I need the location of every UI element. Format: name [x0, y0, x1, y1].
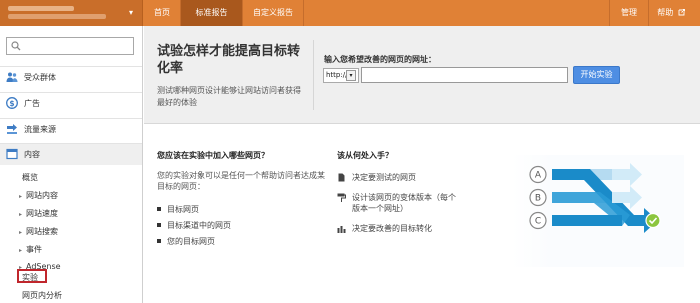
step-item: 决定要改善的目标转化 — [337, 223, 462, 234]
sidebar-item-audience[interactable]: 受众群体 — [0, 66, 142, 86]
chevron-down-icon: ▾ — [129, 8, 134, 17]
list-item: 目标渠道中的网页 — [157, 220, 231, 231]
where-to-start-heading: 该从何处入手？ — [337, 151, 393, 160]
sidebar-sub-label: 网站搜索 — [26, 227, 58, 236]
sidebar-sub-label: 网站内容 — [26, 191, 58, 200]
help-label: 帮助 — [657, 8, 674, 17]
sidebar: 受众群体 $ 广告 流量来源 内容 概览 ▸ 网站内容 ▸ 网站速度 ▸ 网站搜索 ▸… — [0, 26, 143, 303]
sidebar-sub-experiments[interactable]: 实验 — [22, 272, 38, 283]
audience-icon — [6, 72, 18, 82]
list-item: 目标网页 — [157, 204, 199, 215]
variant-a-label: A — [535, 171, 542, 181]
document-icon — [338, 173, 345, 182]
content-icon — [6, 148, 18, 160]
tab-custom-reports[interactable]: 自定义报告 — [243, 0, 303, 26]
sidebar-sub-events[interactable]: ▸ 事件 — [19, 244, 42, 255]
external-link-icon — [678, 9, 685, 16]
ab-test-illustration: A B C — [512, 155, 684, 267]
divider — [313, 40, 314, 110]
sidebar-search-input[interactable] — [6, 37, 134, 55]
sidebar-sub-in-page-analytics[interactable]: 网页内分析 — [22, 290, 62, 301]
sidebar-sub-site-speed[interactable]: ▸ 网站速度 — [19, 208, 58, 219]
sidebar-item-content[interactable]: 内容 — [0, 143, 142, 165]
pages-description: 您的实验对象可以是任何一个帮助访问者达成某目标的网页： — [157, 171, 325, 191]
tab-home[interactable]: 首页 — [144, 0, 180, 26]
top-navigation-bar: ▾ 首页 标准报告 自定义报告 管理 帮助 — [0, 0, 700, 26]
protocol-value: http:// — [326, 71, 348, 79]
variant-c-label: C — [535, 217, 541, 227]
variant-c-marker: C — [529, 211, 547, 230]
sidebar-item-label: 流量来源 — [24, 125, 56, 134]
page-url-input[interactable] — [361, 67, 568, 83]
sidebar-item-label: 受众群体 — [24, 73, 56, 82]
bar-chart-icon — [337, 226, 346, 233]
sidebar-item-label: 广告 — [24, 99, 40, 108]
sidebar-item-ads[interactable]: $ 广告 — [0, 92, 142, 112]
svg-text:$: $ — [9, 99, 14, 108]
help-link[interactable]: 帮助 — [649, 0, 693, 26]
sidebar-sub-label: 事件 — [26, 245, 42, 254]
search-icon — [11, 41, 21, 51]
account-selector[interactable]: ▾ — [0, 0, 143, 26]
admin-link[interactable]: 管理 — [610, 0, 648, 26]
variant-b-marker: B — [529, 188, 547, 207]
sidebar-sub-site-content[interactable]: ▸ 网站内容 — [19, 190, 58, 201]
account-name-blurred — [8, 6, 74, 11]
step-label: 决定要测试的网页 — [352, 173, 416, 182]
paint-roller-icon — [337, 193, 346, 202]
chevron-down-icon: ▾ — [346, 70, 356, 81]
sidebar-sub-overview[interactable]: 概览 — [22, 172, 38, 183]
triangle-right-icon: ▸ — [19, 247, 23, 254]
triangle-right-icon: ▸ — [19, 229, 23, 236]
page-description: 测试哪种网页设计能够让网站访问者获得最好的体验 — [157, 86, 301, 107]
pages-heading: 您应该在实验中加入哪些网页？ — [157, 151, 269, 160]
sidebar-sub-site-search[interactable]: ▸ 网站搜索 — [19, 226, 58, 237]
start-experiment-button[interactable]: 开始实验 — [573, 66, 620, 84]
protocol-select[interactable]: http:// ▾ — [323, 68, 359, 83]
sidebar-sub-label: 网站速度 — [26, 209, 58, 218]
account-url-blurred — [8, 14, 106, 19]
page-title: 试验怎样才能提高目标转化率 — [157, 44, 301, 76]
traffic-sources-icon — [7, 124, 17, 134]
checkmark-icon — [645, 212, 661, 229]
url-input-label: 输入您希望改善的网页的网址： — [324, 55, 436, 64]
step-item: 设计该网页的变体版本（每个版本一个网址） — [337, 192, 457, 214]
tab-standard-reports[interactable]: 标准报告 — [181, 0, 242, 26]
list-item: 您的目标网页 — [157, 236, 215, 247]
variant-b-label: B — [535, 194, 541, 204]
step-label: 设计该网页的变体版本（每个版本一个网址） — [352, 193, 456, 213]
sidebar-item-traffic-sources[interactable]: 流量来源 — [0, 118, 142, 138]
variant-a-marker: A — [529, 165, 547, 184]
dollar-icon: $ — [6, 97, 18, 109]
step-label: 决定要改善的目标转化 — [352, 224, 432, 233]
triangle-right-icon: ▸ — [19, 211, 23, 218]
step-item: 决定要测试的网页 — [338, 172, 462, 183]
sidebar-item-label: 内容 — [24, 150, 40, 159]
experiments-info: 您应该在实验中加入哪些网页？ 您的实验对象可以是任何一个帮助访问者达成某目标的网… — [144, 125, 700, 303]
triangle-right-icon: ▸ — [19, 193, 23, 200]
